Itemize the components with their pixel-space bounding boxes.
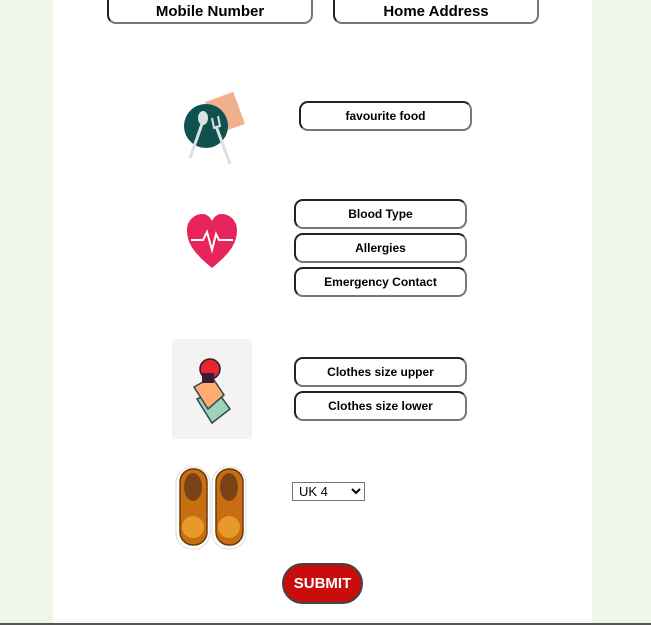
blood-type-input[interactable]: Blood Type [294,199,467,229]
heart-pulse-icon [187,214,237,268]
shoe-size-select[interactable]: UK 4 [292,482,365,501]
clothes-size-upper-input[interactable]: Clothes size upper [294,357,467,387]
favourite-food-input[interactable]: favourite food [299,101,472,131]
emergency-contact-input[interactable]: Emergency Contact [294,267,467,297]
form-page [53,0,592,623]
clothes-stack-icon [172,339,252,439]
submit-button[interactable]: SUBMIT [282,563,363,604]
shoes-icon [175,466,247,550]
allergies-input[interactable]: Allergies [294,233,467,263]
clothes-size-lower-input[interactable]: Clothes size lower [294,391,467,421]
mobile-number-input[interactable]: Mobile Number [107,0,313,24]
home-address-input[interactable]: Home Address [333,0,539,24]
plate-cutlery-icon [184,91,245,165]
